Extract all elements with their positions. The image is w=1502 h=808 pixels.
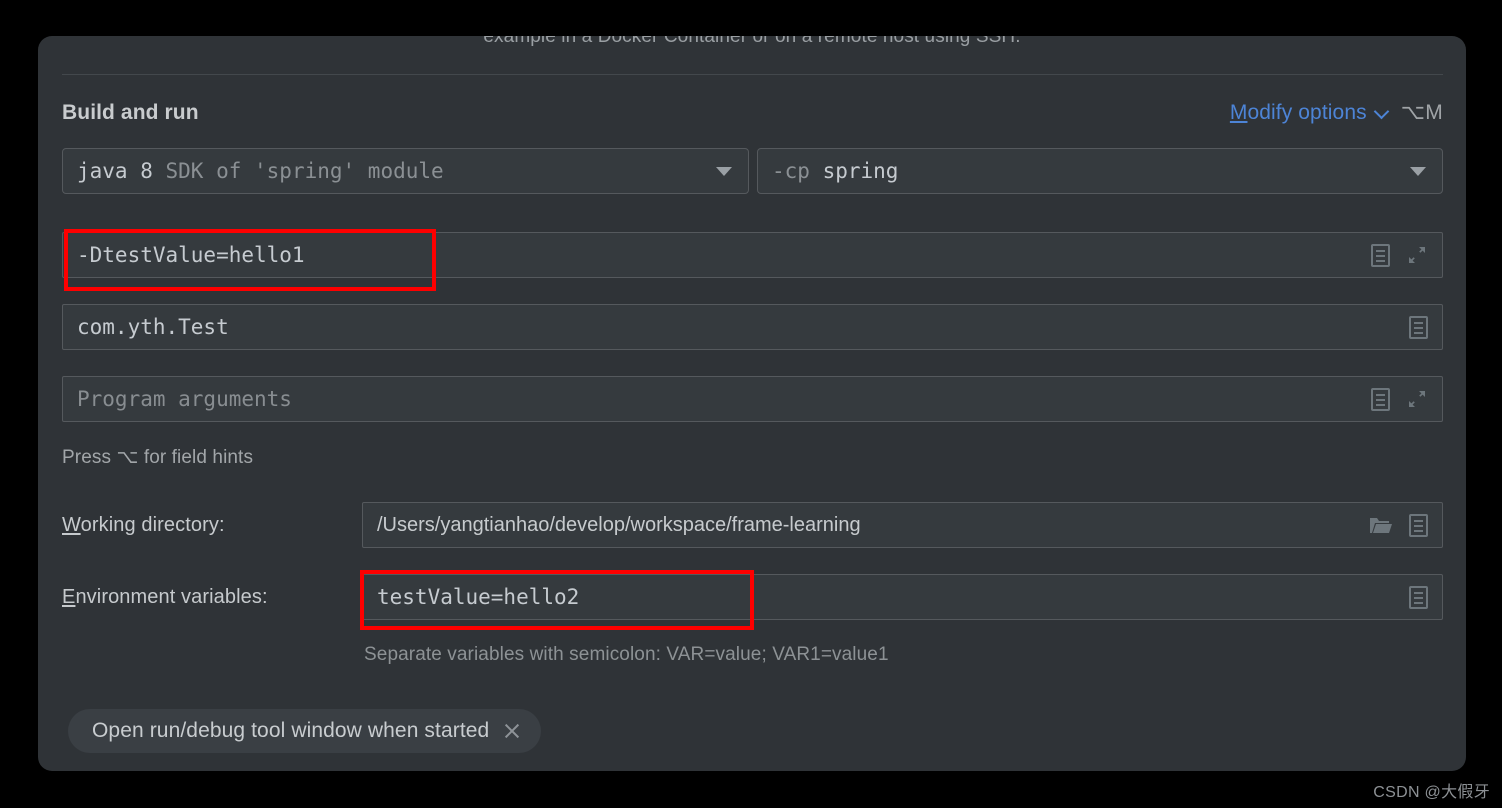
document-icon[interactable] xyxy=(1409,316,1428,339)
program-arguments-field[interactable]: Program arguments xyxy=(62,376,1443,422)
main-class-field[interactable]: com.yth.Test xyxy=(62,304,1443,350)
option-chip-open-run-debug-tool-window[interactable]: Open run/debug tool window when started xyxy=(68,709,541,753)
field-hints-text: Press ⌥ for field hints xyxy=(62,446,253,469)
classpath-module: spring xyxy=(823,159,899,183)
working-directory-mnemonic: W xyxy=(62,514,81,536)
environment-variables-value: testValue=hello2 xyxy=(363,585,579,609)
build-and-run-header: Build and run Modify options ⌥M xyxy=(62,98,1443,134)
main-class-icons xyxy=(1409,316,1442,339)
modify-options-group: Modify options ⌥M xyxy=(1230,100,1443,125)
working-directory-value: /Users/yangtianhao/develop/workspace/fra… xyxy=(363,514,861,537)
environment-variables-label: Environment variables: xyxy=(62,586,268,609)
working-directory-label: Working directory: xyxy=(62,514,225,537)
classpath-prefix: -cp xyxy=(772,159,810,183)
modify-options-label: odify options xyxy=(1247,101,1366,124)
vm-options-field[interactable]: -DtestValue=hello1 xyxy=(62,232,1443,278)
screenshot-root: example in a Docker Container or on a re… xyxy=(0,0,1502,808)
working-directory-icons xyxy=(1369,514,1442,537)
chevron-down-icon[interactable] xyxy=(716,167,732,176)
modify-options-link[interactable]: Modify options xyxy=(1230,101,1367,125)
environment-variables-field[interactable]: testValue=hello2 xyxy=(362,574,1443,620)
vm-options-icons xyxy=(1371,244,1442,267)
modify-options-mnemonic: M xyxy=(1230,101,1248,124)
classpath-value: -cp spring xyxy=(758,159,898,183)
document-icon[interactable] xyxy=(1371,388,1390,411)
expand-icon[interactable] xyxy=(1406,244,1428,266)
close-icon[interactable] xyxy=(503,722,521,740)
chevron-down-icon[interactable] xyxy=(1410,167,1426,176)
document-icon[interactable] xyxy=(1371,244,1390,267)
expand-icon[interactable] xyxy=(1406,388,1428,410)
working-directory-field[interactable]: /Users/yangtianhao/develop/workspace/fra… xyxy=(362,502,1443,548)
environment-variables-label-text: nvironment variables: xyxy=(75,586,267,608)
main-class-value: com.yth.Test xyxy=(63,315,229,339)
document-icon[interactable] xyxy=(1409,514,1428,537)
jre-sdk-suffix: SDK of 'spring' module xyxy=(166,159,444,183)
document-icon[interactable] xyxy=(1409,586,1428,609)
csdn-watermark: CSDN @大假牙 xyxy=(1373,778,1490,802)
program-arguments-placeholder: Program arguments xyxy=(63,387,292,411)
jre-sdk-value: java 8 SDK of 'spring' module xyxy=(63,159,444,183)
chevron-down-icon[interactable] xyxy=(1375,106,1389,120)
clipped-description-text: example in a Docker Container or on a re… xyxy=(38,36,1466,48)
option-chip-label: Open run/debug tool window when started xyxy=(92,719,489,743)
modify-options-shortcut: ⌥M xyxy=(1401,100,1443,125)
folder-icon[interactable] xyxy=(1369,516,1393,535)
environment-variables-icons xyxy=(1409,586,1442,609)
working-directory-label-text: orking directory: xyxy=(81,514,225,536)
program-arguments-icons xyxy=(1371,388,1442,411)
run-configuration-dialog: example in a Docker Container or on a re… xyxy=(38,36,1466,771)
environment-variables-mnemonic: E xyxy=(62,586,75,608)
jre-sdk-combobox[interactable]: java 8 SDK of 'spring' module xyxy=(62,148,749,194)
section-divider xyxy=(62,74,1443,75)
environment-variables-helper-text: Separate variables with semicolon: VAR=v… xyxy=(364,644,889,666)
section-title: Build and run xyxy=(62,101,199,125)
vm-options-value: -DtestValue=hello1 xyxy=(63,243,305,267)
classpath-module-combobox[interactable]: -cp spring xyxy=(757,148,1443,194)
jre-sdk-name: java 8 xyxy=(77,159,153,183)
